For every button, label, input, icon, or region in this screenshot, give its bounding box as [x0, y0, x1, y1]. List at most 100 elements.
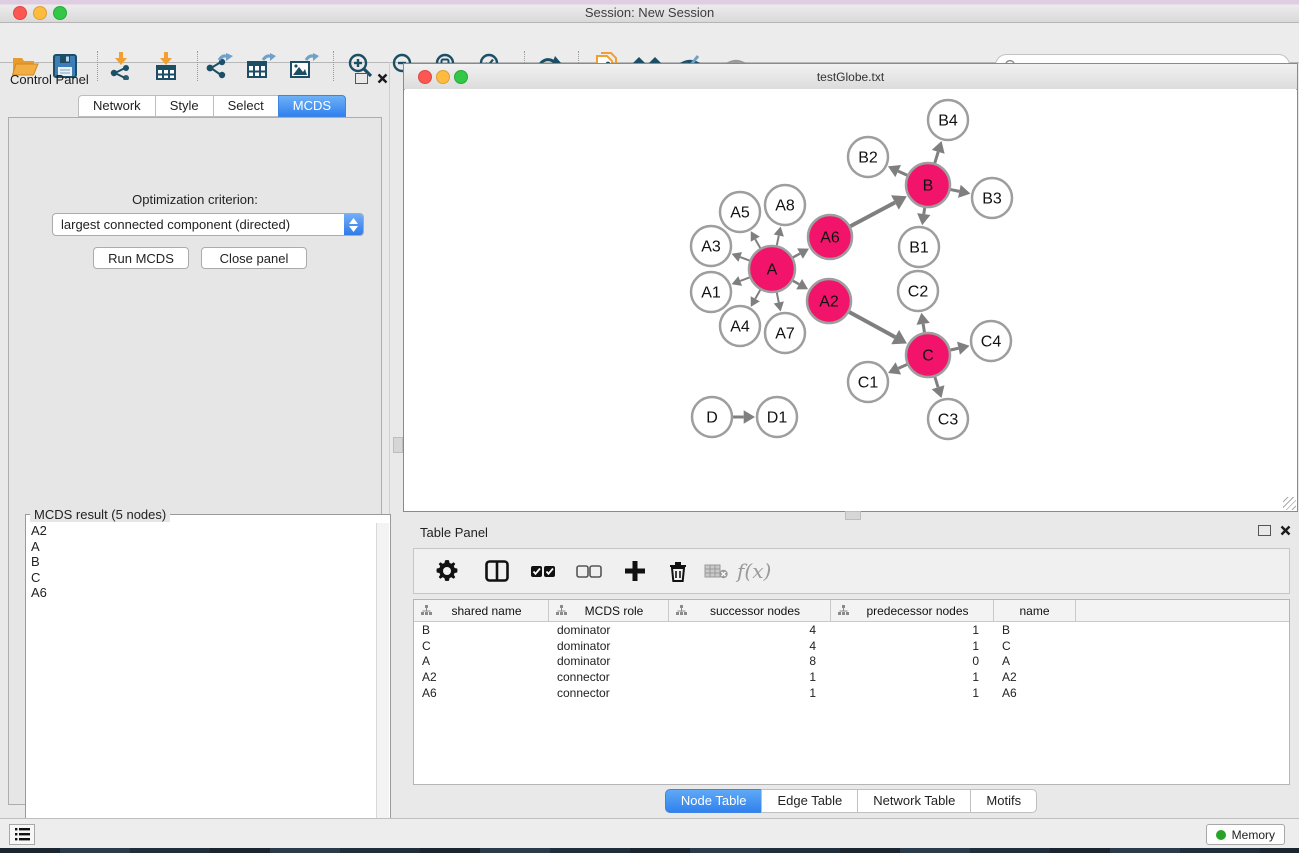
close-panel-button[interactable]: Close panel	[201, 247, 307, 269]
result-scrollbar[interactable]	[376, 523, 389, 852]
tab-style[interactable]: Style	[155, 95, 213, 117]
result-item[interactable]: C	[27, 570, 377, 586]
close-panel-icon[interactable]	[1280, 525, 1291, 536]
graph-node-label: B4	[938, 113, 958, 130]
table-cell[interactable]: dominator	[549, 639, 669, 653]
table-cell[interactable]: 1	[831, 670, 994, 684]
table-row[interactable]: Cdominator41C	[414, 638, 1289, 654]
graph-node-label: D1	[767, 410, 788, 427]
optimization-criterion-select[interactable]: largest connected component (directed)	[52, 213, 364, 236]
column-header-name[interactable]: name	[994, 600, 1076, 621]
close-panel-icon[interactable]	[377, 73, 388, 84]
tab-mcds[interactable]: MCDS	[278, 95, 346, 117]
table-row[interactable]: Bdominator41B	[414, 622, 1289, 638]
table-cell[interactable]: A2	[994, 670, 1076, 684]
graph-edge-A-A8	[777, 236, 779, 246]
result-item[interactable]: B	[27, 554, 377, 570]
delete-column-icon[interactable]	[665, 558, 691, 584]
table-row[interactable]: Adominator80A	[414, 654, 1289, 670]
column-header-shared-name[interactable]: shared name	[414, 600, 549, 621]
table-settings-gear-icon[interactable]	[434, 558, 460, 584]
table-body: Bdominator41BCdominator41CAdominator80AA…	[414, 622, 1289, 701]
column-header-predecessor-nodes[interactable]: predecessor nodes	[831, 600, 994, 621]
result-item[interactable]: A	[27, 539, 377, 555]
tab-network[interactable]: Network	[78, 95, 155, 117]
select-all-columns-icon[interactable]	[530, 558, 556, 584]
table-cell[interactable]: A	[994, 654, 1076, 668]
table-cell[interactable]: B	[994, 623, 1076, 637]
float-panel-icon[interactable]	[1258, 525, 1271, 536]
main-toolbar	[0, 23, 1299, 63]
table-cell[interactable]: A	[414, 654, 549, 668]
window-resize-grip[interactable]	[1283, 497, 1296, 510]
graph-edge-A-A2	[793, 281, 799, 284]
column-header-label: shared name	[432, 604, 548, 618]
table-cell[interactable]: A6	[414, 686, 549, 700]
graph-arrowhead	[774, 227, 784, 237]
table-cell[interactable]: dominator	[549, 654, 669, 668]
mcds-result-list[interactable]: A2ABCA6	[27, 523, 377, 852]
optimization-criterion-label: Optimization criterion:	[9, 192, 381, 207]
table-cell[interactable]: A2	[414, 670, 549, 684]
table-cell[interactable]: 1	[831, 623, 994, 637]
network-canvas[interactable]: B4B2BB3A8A5A6A3B1AA1C2A2A4A7C4CC1C3DD1	[405, 89, 1296, 510]
table-row[interactable]: A2connector11A2	[414, 669, 1289, 685]
table-panel: Table Panel	[403, 514, 1299, 818]
control-panel-title: Control Panel	[10, 72, 89, 87]
vertical-divider-grip[interactable]	[393, 437, 403, 453]
table-cell[interactable]: connector	[549, 670, 669, 684]
tab-motifs[interactable]: Motifs	[970, 789, 1037, 813]
table-cell[interactable]: 8	[669, 654, 831, 668]
table-cell[interactable]: 4	[669, 639, 831, 653]
column-header-MCDS-role[interactable]: MCDS role	[549, 600, 669, 621]
graph-arrowhead	[958, 185, 970, 198]
graph-node-label: A8	[775, 198, 795, 215]
tab-network-table[interactable]: Network Table	[857, 789, 970, 813]
graph-edge-A-A6	[793, 254, 800, 258]
network-window-title: testGlobe.txt	[404, 70, 1297, 84]
table-row[interactable]: A6connector11A6	[414, 685, 1289, 701]
tab-node-table[interactable]: Node Table	[665, 789, 762, 813]
table-cell[interactable]: B	[414, 623, 549, 637]
memory-status-dot	[1216, 830, 1226, 840]
table-cell[interactable]: C	[994, 639, 1076, 653]
network-window-titlebar[interactable]: testGlobe.txt	[404, 64, 1297, 90]
table-cell[interactable]: A6	[994, 686, 1076, 700]
hierarchy-icon	[676, 605, 687, 616]
graph-edge-B-B4	[935, 152, 938, 163]
mcds-result-title: MCDS result (5 nodes)	[30, 507, 170, 522]
hierarchy-icon	[421, 605, 432, 616]
column-layout-icon[interactable]	[484, 558, 510, 584]
graph-node-label: B	[923, 178, 934, 195]
task-history-button[interactable]	[9, 824, 35, 845]
network-graph: B4B2BB3A8A5A6A3B1AA1C2A2A4A7C4CC1C3DD1	[405, 89, 1296, 510]
table-cell[interactable]: dominator	[549, 623, 669, 637]
result-item[interactable]: A2	[27, 523, 377, 539]
graph-arrowhead	[774, 301, 784, 311]
table-cell[interactable]: 1	[669, 670, 831, 684]
table-toolbar: f(x)	[413, 548, 1290, 594]
hierarchy-icon	[556, 605, 567, 616]
float-panel-icon[interactable]	[355, 73, 368, 84]
graph-node-label: B3	[982, 191, 1002, 208]
tab-select[interactable]: Select	[213, 95, 278, 117]
table-cell[interactable]: 1	[831, 639, 994, 653]
add-column-icon[interactable]	[622, 558, 648, 584]
table-cell[interactable]: connector	[549, 686, 669, 700]
run-mcds-button[interactable]: Run MCDS	[93, 247, 189, 269]
table-cell[interactable]: 4	[669, 623, 831, 637]
deselect-all-columns-icon[interactable]	[576, 558, 602, 584]
column-header-successor-nodes[interactable]: successor nodes	[669, 600, 831, 621]
tab-edge-table[interactable]: Edge Table	[761, 789, 857, 813]
table-panel-title: Table Panel	[420, 525, 488, 540]
table-cell[interactable]: 0	[831, 654, 994, 668]
table-cell[interactable]: 1	[669, 686, 831, 700]
graph-node-label: A	[767, 262, 778, 279]
memory-button[interactable]: Memory	[1206, 824, 1285, 845]
graph-arrowhead	[957, 342, 969, 355]
table-cell[interactable]: 1	[831, 686, 994, 700]
graph-edge-A6-B	[850, 203, 895, 227]
graph-edge-C-C3	[935, 377, 938, 387]
result-item[interactable]: A6	[27, 585, 377, 601]
table-cell[interactable]: C	[414, 639, 549, 653]
